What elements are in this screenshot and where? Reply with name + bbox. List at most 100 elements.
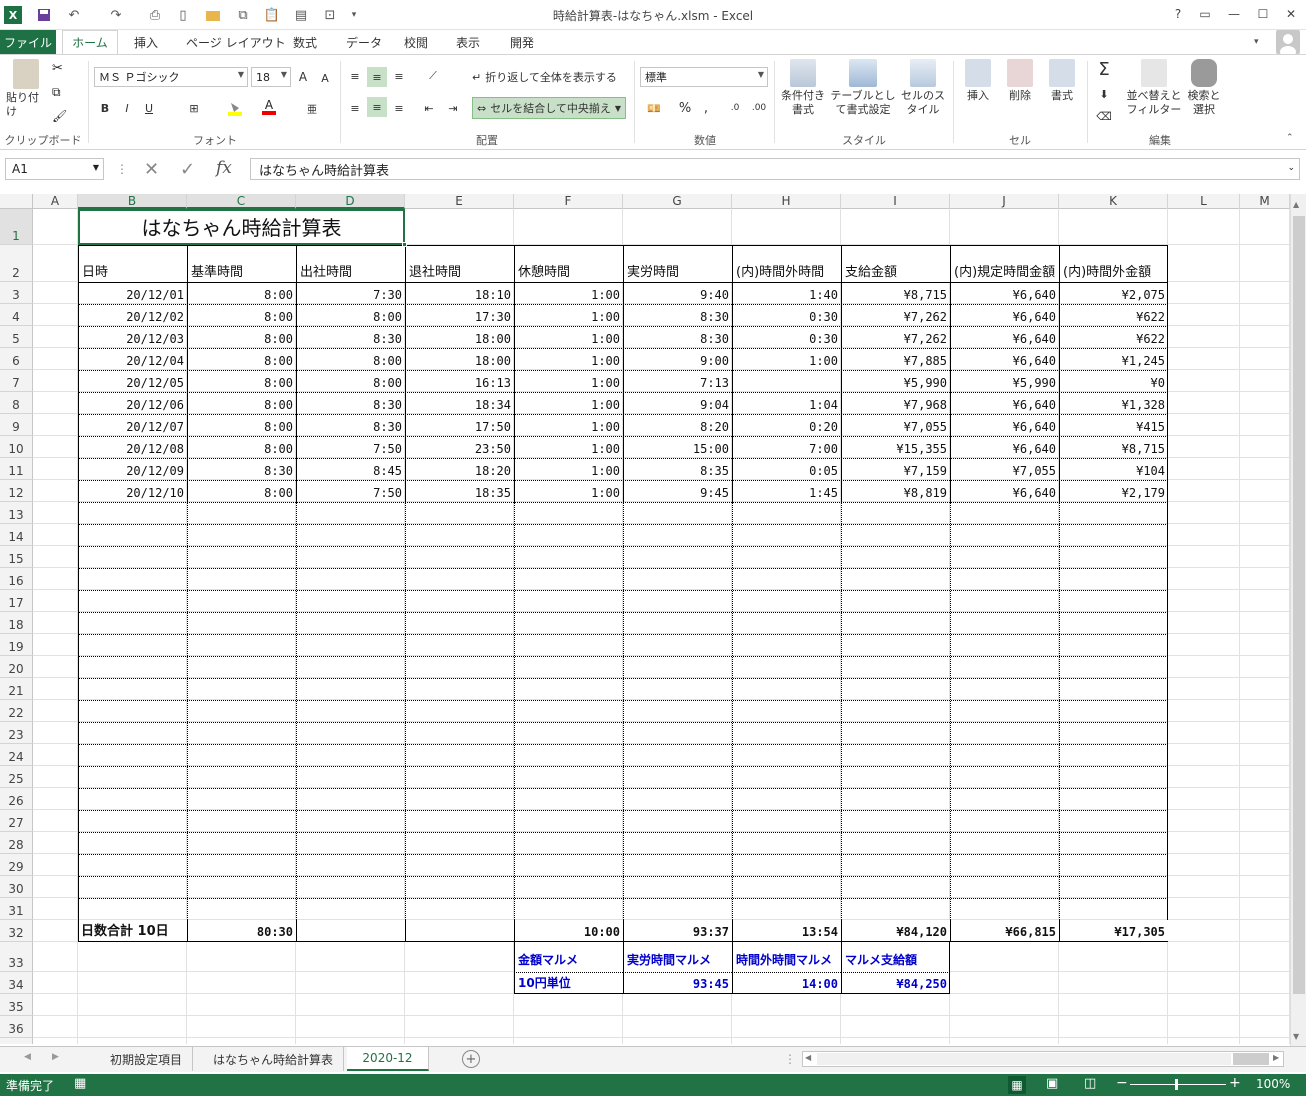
table-cell[interactable]: 20/12/05 <box>78 370 187 392</box>
table-cell[interactable]: 18:00 <box>405 348 514 370</box>
percent-icon[interactable]: % <box>676 99 694 117</box>
clear-icon[interactable]: ⌫ <box>1094 107 1114 125</box>
table-cell[interactable]: 7:00 <box>732 436 841 458</box>
close-icon[interactable]: ✕ <box>1280 4 1302 24</box>
autosum-icon[interactable]: Σ <box>1094 59 1114 80</box>
table-header-cell[interactable]: 出社時間 <box>296 245 405 282</box>
table-cell[interactable]: 9:40 <box>623 282 732 304</box>
table-header-cell[interactable]: 休憩時間 <box>514 245 623 282</box>
align-middle-icon[interactable]: ≡ <box>367 67 387 87</box>
name-box[interactable]: A1 ▼ <box>5 158 104 180</box>
row-header[interactable]: 1 <box>0 209 33 245</box>
table-cell[interactable] <box>732 370 841 392</box>
table-cell[interactable]: 18:10 <box>405 282 514 304</box>
row-header[interactable]: 21 <box>0 678 33 700</box>
tab-insert[interactable]: 挿入 <box>128 30 164 54</box>
grow-font-icon[interactable]: A <box>296 69 310 85</box>
zoom-in-icon[interactable]: + <box>1229 1075 1241 1091</box>
number-format-combo[interactable]: 標準 ▼ <box>640 67 768 87</box>
row-header[interactable]: 2 <box>0 245 33 282</box>
table-cell[interactable]: ¥622 <box>1059 304 1168 326</box>
table-cell[interactable]: 8:30 <box>296 392 405 414</box>
zoom-out-icon[interactable]: − <box>1116 1075 1128 1091</box>
table-cell[interactable]: 20/12/04 <box>78 348 187 370</box>
italic-button[interactable]: I <box>120 99 134 117</box>
chart-icon[interactable]: ⊡ <box>320 5 340 25</box>
table-header-cell[interactable]: 支給金額 <box>841 245 950 282</box>
table-cell[interactable]: 20/12/02 <box>78 304 187 326</box>
row-header[interactable]: 33 <box>0 942 33 972</box>
totals-cell[interactable]: ¥66,815 <box>950 920 1059 942</box>
phonetic-icon[interactable]: 亜 <box>304 99 320 117</box>
table-header-cell[interactable]: 退社時間 <box>405 245 514 282</box>
table-cell[interactable]: 1:00 <box>514 348 623 370</box>
table-header-cell[interactable]: 日時 <box>78 245 187 282</box>
table-cell[interactable]: ¥2,075 <box>1059 282 1168 304</box>
table-cell[interactable]: 0:30 <box>732 326 841 348</box>
comma-icon[interactable]: , <box>700 99 712 117</box>
table-cell[interactable]: ¥7,055 <box>950 458 1059 480</box>
table-cell[interactable]: ¥7,159 <box>841 458 950 480</box>
copy-button-icon[interactable]: ⧉ <box>52 85 61 100</box>
row-header[interactable]: 25 <box>0 766 33 788</box>
merge-center-button[interactable]: ⇔ セルを結合して中央揃え ▼ <box>472 97 627 119</box>
table-cell[interactable]: 8:35 <box>623 458 732 480</box>
table-cell[interactable]: 8:00 <box>187 326 296 348</box>
table-cell[interactable]: 20/12/06 <box>78 392 187 414</box>
sheet-tab-settings[interactable]: 初期設定項目 <box>100 1047 194 1071</box>
table-cell[interactable]: 8:30 <box>187 458 296 480</box>
insert-cells-button[interactable]: 挿入 <box>958 59 998 103</box>
table-cell[interactable]: 8:00 <box>296 348 405 370</box>
font-color-icon[interactable]: A <box>260 99 278 117</box>
row-header[interactable]: 20 <box>0 656 33 678</box>
table-cell[interactable]: 17:30 <box>405 304 514 326</box>
table-cell[interactable]: ¥6,640 <box>950 282 1059 304</box>
align-bottom-icon[interactable]: ≡ <box>390 67 408 85</box>
totals-cell[interactable]: ¥84,120 <box>841 920 950 942</box>
table-cell[interactable]: 18:34 <box>405 392 514 414</box>
table-cell[interactable]: 1:00 <box>514 282 623 304</box>
table-header-cell[interactable]: (内)時間外時間 <box>732 245 841 282</box>
table-cell[interactable]: 1:00 <box>732 348 841 370</box>
table-cell[interactable]: ¥8,715 <box>1059 436 1168 458</box>
table-cell[interactable]: 20/12/07 <box>78 414 187 436</box>
table-cell[interactable]: 8:00 <box>187 304 296 326</box>
totals-cell[interactable] <box>405 920 514 942</box>
table-cell[interactable]: 0:30 <box>732 304 841 326</box>
table-cell[interactable]: ¥0 <box>1059 370 1168 392</box>
collapse-ribbon-icon[interactable]: ⌃ <box>1286 133 1294 143</box>
row-header[interactable]: 7 <box>0 370 33 392</box>
table-cell[interactable]: ¥6,640 <box>950 436 1059 458</box>
table-cell[interactable]: ¥6,640 <box>950 326 1059 348</box>
table-cell[interactable]: ¥415 <box>1059 414 1168 436</box>
table-cell[interactable]: 18:20 <box>405 458 514 480</box>
table-header-cell[interactable]: (内)時間外金額 <box>1059 245 1168 282</box>
row-header[interactable]: 6 <box>0 348 33 370</box>
table-cell[interactable]: 17:50 <box>405 414 514 436</box>
conditional-format-button[interactable]: 条件付き書式 <box>778 59 828 117</box>
table-header-cell[interactable]: 実労時間 <box>623 245 732 282</box>
totals-cell[interactable]: ¥17,305 <box>1059 920 1168 942</box>
tab-splitter-icon[interactable]: ⋮ <box>784 1052 796 1066</box>
spreadsheet-grid[interactable]: ABCDEFGHIJKLM 1 2 3 4 5 6 7 8 9 10 11 12 13 14 15 16 17 1… <box>0 194 1290 1044</box>
customize-qat-icon[interactable]: ▾ <box>344 5 364 25</box>
table-cell[interactable]: 9:04 <box>623 392 732 414</box>
table-cell[interactable]: 18:35 <box>405 480 514 502</box>
table-cell[interactable]: 16:13 <box>405 370 514 392</box>
row-header[interactable]: 35 <box>0 994 33 1016</box>
row-header[interactable]: 34 <box>0 972 33 994</box>
tab-file[interactable]: ファイル <box>0 30 56 54</box>
fill-icon[interactable]: ⬇ <box>1094 85 1114 103</box>
rounding-header-cell[interactable]: 実労時間マルメ <box>623 942 732 972</box>
table-cell[interactable]: 1:40 <box>732 282 841 304</box>
sheet-tab-2020-12[interactable]: 2020-12 <box>347 1047 429 1071</box>
table-cell[interactable]: ¥1,328 <box>1059 392 1168 414</box>
tab-home[interactable]: ホーム <box>62 30 118 54</box>
table-cell[interactable]: 15:00 <box>623 436 732 458</box>
table-cell[interactable]: 1:00 <box>514 370 623 392</box>
table-cell[interactable]: 20/12/01 <box>78 282 187 304</box>
tab-formulas[interactable]: 数式 <box>287 30 323 54</box>
row-header[interactable]: 3 <box>0 282 33 304</box>
row-header[interactable]: 24 <box>0 744 33 766</box>
add-sheet-icon[interactable]: + <box>462 1050 480 1068</box>
